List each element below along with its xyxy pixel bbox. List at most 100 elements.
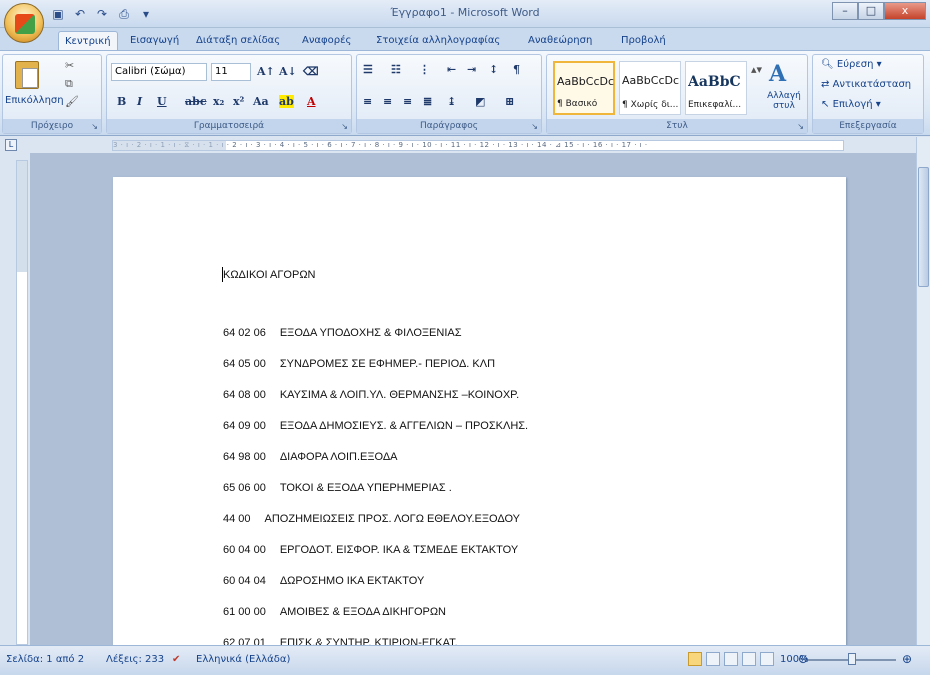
find-button[interactable]: 🔍︎ Εύρεση ▾	[821, 59, 882, 70]
account-code: 64 09 00	[223, 420, 266, 432]
align-left-icon[interactable]: ≡	[363, 95, 372, 108]
multilevel-list-icon[interactable]: ⋮	[419, 63, 430, 76]
bullets-icon[interactable]: ☰	[363, 63, 373, 76]
account-description: ΚΑΥΣΙΜΑ & ΛΟΙΠ.ΥΛ. ΘΕΡΜΑΝΣΗΣ –ΚΟΙΝΟΧΡ.	[279, 389, 520, 401]
clipboard-launcher-icon[interactable]: ↘	[91, 122, 98, 131]
styles-launcher-icon[interactable]: ↘	[797, 122, 804, 131]
status-bar: Σελίδα: 1 από 2 Λέξεις: 233 ✔ Ελληνικά (…	[0, 645, 930, 675]
select-button[interactable]: ↖ Επιλογή ▾	[821, 99, 881, 110]
draft-view-icon[interactable]	[760, 652, 774, 666]
replace-button[interactable]: ⇄ Αντικατάσταση	[821, 79, 911, 90]
increase-indent-icon[interactable]: ⇥	[467, 63, 476, 76]
paste-button[interactable]: Επικόλληση	[5, 95, 64, 106]
account-code: 64 08 00	[223, 389, 266, 401]
style-normal-name: ¶ Βασικό	[557, 99, 598, 109]
change-case-icon[interactable]: Aa	[253, 95, 269, 108]
strikethrough-icon[interactable]: abc	[185, 95, 207, 108]
web-layout-view-icon[interactable]	[724, 652, 738, 666]
change-styles-button[interactable]: Αλλαγή στυλ	[763, 91, 805, 111]
window-controls: – □ x	[832, 2, 926, 20]
tab-insert[interactable]: Εισαγωγή	[124, 31, 185, 50]
paragraph-launcher-icon[interactable]: ↘	[531, 122, 538, 131]
account-code: 44 00	[223, 513, 251, 525]
ruler-row: L 3 · ı · 2 · ı · 1 · ı · ⧖ · ı · 1 · ı …	[0, 137, 930, 153]
replace-icon: ⇄	[821, 79, 833, 90]
binoculars-icon: 🔍︎	[821, 59, 837, 70]
font-launcher-icon[interactable]: ↘	[341, 122, 348, 131]
document-line: 60 04 04 ΔΩΡΟΣΗΜΟ ΙΚΑ ΕΚΤΑΚΤΟΥ	[223, 575, 424, 587]
highlight-icon[interactable]: ab	[279, 95, 294, 108]
align-center-icon[interactable]: ≡	[383, 95, 392, 108]
document-page[interactable]: ΚΩΔΙΚΟΙ ΑΓΟΡΩΝ 64 02 06 ΕΞΟΔΑ ΥΠΟΔΟΧΗΣ & …	[113, 177, 846, 645]
subscript-icon[interactable]: x₂	[213, 95, 224, 108]
proofing-icon[interactable]: ✔	[172, 654, 180, 665]
tab-home[interactable]: Κεντρική	[58, 31, 118, 50]
close-button[interactable]: x	[884, 2, 926, 20]
font-color-icon[interactable]: A	[307, 95, 316, 108]
tab-review[interactable]: Αναθεώρηση	[522, 31, 598, 50]
style-no-spacing[interactable]: AaBbCcDc ¶ Χωρίς δι...	[619, 61, 681, 115]
font-size-field[interactable]: 11	[211, 63, 251, 81]
tab-selector-icon[interactable]: L	[5, 139, 17, 151]
show-paragraph-marks-icon[interactable]: ¶	[513, 63, 520, 76]
document-line: 64 08 00 ΚΑΥΣΙΜΑ & ΛΟΙΠ.ΥΛ. ΘΕΡΜΑΝΣΗΣ –ΚΟ…	[223, 389, 519, 401]
zoom-out-icon[interactable]: ⊖	[798, 652, 808, 666]
numbering-icon[interactable]: ☷	[391, 63, 401, 76]
superscript-icon[interactable]: x²	[233, 95, 244, 108]
document-line: 64 09 00 ΕΞΟΔΑ ΔΗΜΟΣΙΕΥΣ. & ΑΓΓΕΛΙΩΝ – ΠΡ…	[223, 420, 528, 432]
minimize-button[interactable]: –	[832, 2, 858, 20]
cut-icon[interactable]: ✂	[65, 59, 74, 72]
copy-icon[interactable]: ⧉	[65, 77, 73, 91]
underline-icon[interactable]: U	[157, 95, 167, 108]
bold-icon[interactable]: B	[117, 95, 126, 108]
word-count[interactable]: Λέξεις: 233	[106, 654, 164, 665]
justify-icon[interactable]: ≣	[423, 95, 432, 108]
language-indicator[interactable]: Ελληνικά (Ελλάδα)	[196, 654, 290, 665]
tab-page-layout[interactable]: Διάταξη σελίδας	[190, 31, 286, 50]
style-normal-sample: AaBbCcDc	[557, 75, 615, 88]
tab-view[interactable]: Προβολή	[615, 31, 672, 50]
line-spacing-icon[interactable]: ↨	[447, 95, 456, 108]
tab-references[interactable]: Αναφορές	[296, 31, 357, 50]
select-arrow-icon: ↖	[821, 99, 833, 110]
print-layout-view-icon[interactable]	[688, 652, 702, 666]
vertical-scrollbar[interactable]	[916, 137, 930, 645]
office-button[interactable]	[4, 3, 44, 43]
clear-formatting-icon[interactable]: ⌫	[303, 65, 319, 78]
office-logo-icon	[15, 14, 35, 34]
document-line: 60 04 00 ΕΡΓΟΔΟΤ. ΕΙΣΦΟΡ. ΙΚΑ & ΤΣΜΕΔΕ ΕΚ…	[223, 544, 518, 556]
maximize-button[interactable]: □	[858, 2, 884, 20]
zoom-in-icon[interactable]: ⊕	[902, 652, 912, 666]
shading-icon[interactable]: ◩	[475, 95, 485, 108]
page-indicator[interactable]: Σελίδα: 1 από 2	[6, 654, 84, 665]
zoom-slider-knob[interactable]	[848, 653, 856, 665]
document-area[interactable]: ΚΩΔΙΚΟΙ ΑΓΟΡΩΝ 64 02 06 ΕΞΟΔΑ ΥΠΟΔΟΧΗΣ & …	[30, 153, 916, 645]
title-bar: ▣ ↶ ↷ ⎙ ▾ Έγγραφο1 - Microsoft Word – □ …	[0, 0, 930, 28]
style-heading1[interactable]: AaBbC Επικεφαλί...	[685, 61, 747, 115]
sort-icon[interactable]: ↕	[489, 63, 498, 76]
styles-scroll-icon[interactable]: ▴▾	[751, 63, 762, 76]
style-no-spacing-sample: AaBbCcDc	[622, 74, 680, 87]
style-normal[interactable]: AaBbCcDc ¶ Βασικό	[553, 61, 615, 115]
account-code: 65 06 00	[223, 482, 266, 494]
tab-mailings[interactable]: Στοιχεία αλληλογραφίας	[370, 31, 506, 50]
italic-icon[interactable]: I	[137, 95, 142, 108]
account-description: ΣΥΝΔΡΟΜΕΣ ΣΕ ΕΦΗΜΕΡ.- ΠΕΡΙΟΔ. ΚΛΠ	[279, 358, 496, 370]
scrollbar-thumb[interactable]	[918, 167, 929, 287]
format-painter-icon[interactable]: 🖌	[65, 95, 79, 108]
shrink-font-icon[interactable]: A↓	[279, 65, 297, 78]
grow-font-icon[interactable]: A↑	[257, 65, 275, 78]
outline-view-icon[interactable]	[742, 652, 756, 666]
borders-icon[interactable]: ⊞	[505, 95, 514, 108]
paste-icon[interactable]	[15, 61, 39, 89]
change-styles-icon[interactable]: A	[769, 61, 786, 87]
find-label: Εύρεση	[836, 59, 874, 70]
account-code: 64 05 00	[223, 358, 266, 370]
align-right-icon[interactable]: ≡	[403, 95, 412, 108]
clipboard-group-label: Πρόχειρο	[3, 119, 101, 133]
decrease-indent-icon[interactable]: ⇤	[447, 63, 456, 76]
editing-group-label: Επεξεργασία	[813, 119, 923, 133]
full-screen-view-icon[interactable]	[706, 652, 720, 666]
font-name-field[interactable]: Calibri (Σώμα)	[111, 63, 207, 81]
document-line: 64 02 06 ΕΞΟΔΑ ΥΠΟΔΟΧΗΣ & ΦΙΛΟΞΕΝΙΑΣ	[223, 327, 462, 339]
